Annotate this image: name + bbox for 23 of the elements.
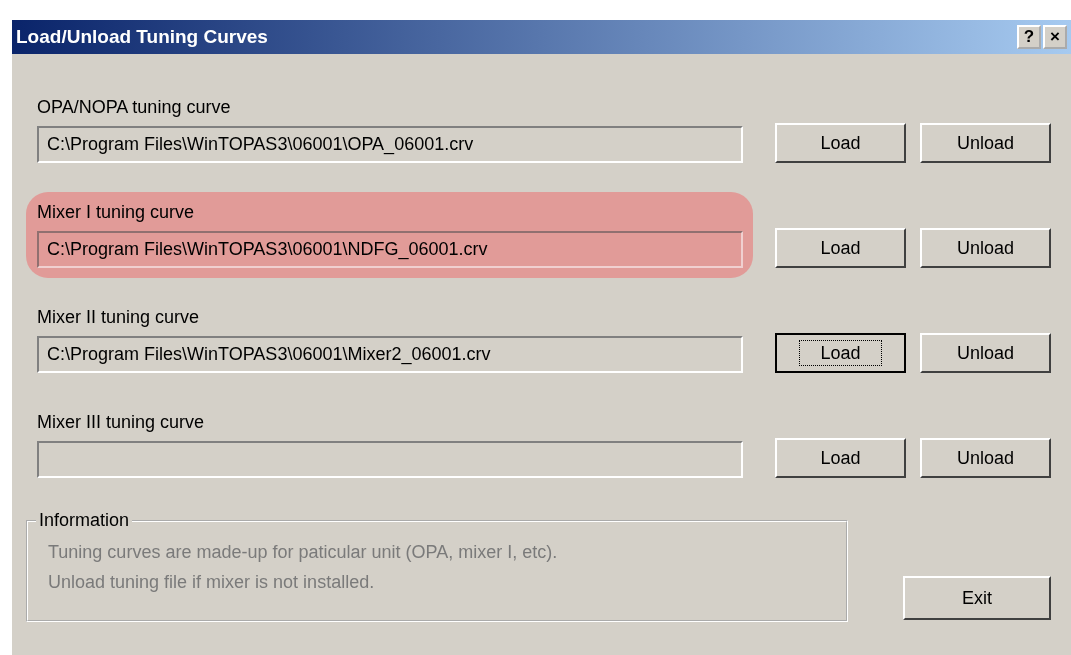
unload-button[interactable]: Unload: [920, 438, 1051, 478]
field-label: Mixer II tuning curve: [37, 307, 201, 328]
field-label: OPA/NOPA tuning curve: [37, 97, 232, 118]
unload-button[interactable]: Unload: [920, 333, 1051, 373]
load-button[interactable]: Load: [775, 333, 906, 373]
path-field[interactable]: C:\Program Files\WinTOPAS3\06001\NDFG_06001.crv: [37, 231, 743, 268]
help-button[interactable]: ?: [1017, 25, 1041, 49]
path-field[interactable]: [37, 441, 743, 478]
path-field[interactable]: C:\Program Files\WinTOPAS3\06001\OPA_06001.crv: [37, 126, 743, 163]
unload-button[interactable]: Unload: [920, 228, 1051, 268]
group-title: Information: [38, 510, 131, 531]
unload-button[interactable]: Unload: [920, 123, 1051, 163]
window-title: Load/Unload Tuning Curves: [16, 26, 268, 48]
load-button[interactable]: Load: [775, 123, 906, 163]
exit-button[interactable]: Exit: [903, 576, 1051, 620]
path-field[interactable]: C:\Program Files\WinTOPAS3\06001\Mixer2_06001.crv: [37, 336, 743, 373]
load-button[interactable]: Load: [775, 438, 906, 478]
close-button[interactable]: ×: [1043, 25, 1067, 49]
load-button[interactable]: Load: [775, 228, 906, 268]
info-text: Unload tuning file if mixer is not installed.: [48, 571, 376, 594]
info-text: Tuning curves are made-up for paticular unit (OPA, mixer I, etc).: [48, 541, 559, 564]
field-label: Mixer I tuning curve: [37, 202, 196, 223]
field-label: Mixer III tuning curve: [37, 412, 206, 433]
